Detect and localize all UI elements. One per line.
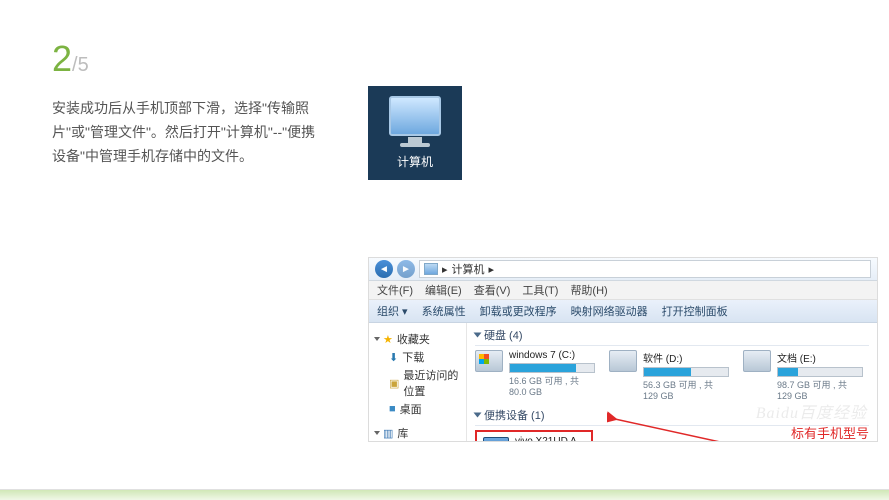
step-total: /5: [72, 54, 89, 76]
drive-e-icon: [743, 350, 771, 372]
recent-icon: ▣: [389, 377, 399, 390]
toolbar-map-drive[interactable]: 映射网络驱动器: [571, 303, 648, 319]
menu-help[interactable]: 帮助(H): [570, 282, 607, 298]
annotation-text: 标有手机型号: [791, 423, 869, 442]
drive-d-stat: 56.3 GB 可用 , 共 129 GB: [643, 378, 729, 401]
drive-d[interactable]: 软件 (D:) 56.3 GB 可用 , 共 129 GB: [609, 350, 729, 401]
explorer-menu-bar: 文件(F) 编辑(E) 查看(V) 工具(T) 帮助(H): [369, 281, 877, 300]
sidebar-favorites[interactable]: ★ 收藏夹: [375, 331, 460, 347]
sidebar-recent[interactable]: ▣ 最近访问的位置: [375, 367, 460, 399]
sidebar-desktop-label: 桌面: [400, 401, 422, 417]
drive-c-stat: 16.6 GB 可用 , 共 80.0 GB: [509, 374, 595, 397]
toolbar-system-properties[interactable]: 系统属性: [422, 303, 466, 319]
star-icon: ★: [383, 333, 393, 346]
sidebar-desktop[interactable]: ■ 桌面: [375, 401, 460, 417]
computer-desktop-icon: 计算机: [368, 86, 462, 180]
drive-d-bar: [643, 367, 729, 377]
drive-c-name: windows 7 (C:): [509, 350, 595, 361]
chevron-down-icon: [374, 431, 380, 435]
drive-e-stat: 98.7 GB 可用 , 共 129 GB: [777, 378, 863, 401]
breadcrumb-arrow-2: ▸: [489, 263, 495, 276]
section-devices-title: 便携设备 (1): [484, 407, 545, 423]
explorer-sidebar: ★ 收藏夹 ⬇ 下载 ▣ 最近访问的位置 ■ 桌面 ▥: [369, 323, 467, 442]
watermark: Baidu百度经验: [756, 399, 867, 423]
breadcrumb-computer[interactable]: 计算机: [452, 261, 485, 277]
explorer-body: ★ 收藏夹 ⬇ 下载 ▣ 最近访问的位置 ■ 桌面 ▥: [369, 323, 877, 442]
explorer-toolbar: 组织 ▾ 系统属性 卸载或更改程序 映射网络驱动器 打开控制面板: [369, 300, 877, 323]
toolbar-organize[interactable]: 组织 ▾: [377, 303, 408, 319]
drives-row: windows 7 (C:) 16.6 GB 可用 , 共 80.0 GB 软件…: [475, 350, 869, 401]
nav-back-button[interactable]: ◄: [375, 260, 393, 278]
chevron-down-icon: [374, 337, 380, 341]
explorer-content: 硬盘 (4) windows 7 (C:) 16.6 GB 可用 , 共 80.…: [467, 323, 877, 442]
explorer-window: ◄ ► ▸ 计算机 ▸ 文件(F) 编辑(E) 查看(V) 工具(T) 帮助(H…: [368, 257, 878, 442]
drive-c-bar: [509, 363, 595, 373]
breadcrumb-arrow: ▸: [442, 263, 448, 276]
menu-edit[interactable]: 编辑(E): [425, 282, 462, 298]
phone-icon: [483, 437, 509, 442]
page: 2/5 安装成功后从手机顶部下滑，选择"传输照片"或"管理文件"。然后打开"计算…: [0, 0, 889, 500]
instruction-text: 安装成功后从手机顶部下滑，选择"传输照片"或"管理文件"。然后打开"计算机"--…: [52, 96, 322, 168]
drive-d-icon: [609, 350, 637, 372]
drive-c-icon: [475, 350, 503, 372]
sidebar-recent-label: 最近访问的位置: [403, 367, 460, 399]
sidebar-libraries[interactable]: ▥ 库: [375, 425, 460, 441]
sidebar-libraries-label: 库: [397, 425, 408, 441]
phone-device-name: vivo X21UD A: [515, 436, 577, 442]
section-hard-disk: 硬盘 (4) windows 7 (C:) 16.6 GB 可用 , 共 80.…: [475, 327, 869, 401]
drive-e-bar: [777, 367, 863, 377]
download-icon: ⬇: [389, 351, 398, 364]
step-indicator: 2/5: [52, 38, 89, 80]
drive-e[interactable]: 文档 (E:) 98.7 GB 可用 , 共 129 GB: [743, 350, 863, 401]
chevron-down-icon: [474, 413, 482, 418]
drive-c[interactable]: windows 7 (C:) 16.6 GB 可用 , 共 80.0 GB: [475, 350, 595, 401]
monitor-base: [400, 143, 430, 147]
section-hard-disk-title: 硬盘 (4): [484, 327, 523, 343]
phone-device-highlight[interactable]: vivo X21UD A 便携式设备: [475, 430, 593, 442]
explorer-address-bar: ◄ ► ▸ 计算机 ▸: [369, 258, 877, 281]
monitor-icon: [389, 96, 441, 136]
menu-file[interactable]: 文件(F): [377, 282, 413, 298]
sidebar-downloads[interactable]: ⬇ 下载: [375, 349, 460, 365]
library-icon: ▥: [383, 427, 393, 440]
computer-icon-label: 计算机: [397, 153, 433, 170]
computer-mini-icon: [424, 263, 438, 275]
toolbar-control-panel[interactable]: 打开控制面板: [662, 303, 728, 319]
chevron-down-icon: [474, 333, 482, 338]
menu-tools[interactable]: 工具(T): [522, 282, 558, 298]
address-path[interactable]: ▸ 计算机 ▸: [419, 260, 871, 278]
toolbar-uninstall[interactable]: 卸载或更改程序: [480, 303, 557, 319]
desktop-icon: ■: [389, 403, 396, 415]
sidebar-favorites-label: 收藏夹: [397, 331, 430, 347]
sidebar-downloads-label: 下载: [402, 349, 424, 365]
drive-d-name: 软件 (D:): [643, 350, 729, 365]
footer-accent-bar: [0, 490, 889, 500]
nav-forward-button[interactable]: ►: [397, 260, 415, 278]
drive-e-name: 文档 (E:): [777, 350, 863, 365]
section-hard-disk-header[interactable]: 硬盘 (4): [475, 327, 869, 346]
step-current: 2: [52, 38, 72, 79]
menu-view[interactable]: 查看(V): [474, 282, 511, 298]
